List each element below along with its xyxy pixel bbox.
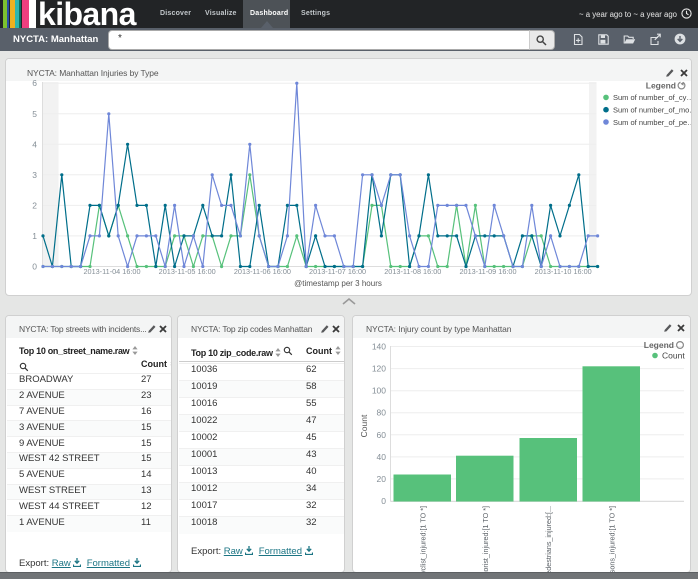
svg-text:Legend: Legend xyxy=(644,340,674,350)
svg-text:Legend: Legend xyxy=(646,81,676,91)
svg-text:Sum of number_of_pe…: Sum of number_of_pe… xyxy=(613,118,692,127)
svg-text:_motorist_injured:[1 TO *]: _motorist_injured:[1 TO *] xyxy=(481,506,490,572)
svg-text:20: 20 xyxy=(377,474,387,484)
svg-text:Count: Count xyxy=(662,351,685,361)
svg-text:5: 5 xyxy=(32,109,37,119)
svg-text:6: 6 xyxy=(32,78,37,88)
svg-text:@timestamp per 3 hours: @timestamp per 3 hours xyxy=(294,279,382,288)
svg-text:Sum of number_of_cy…: Sum of number_of_cy… xyxy=(613,93,692,102)
svg-text:Sum of number_of_mo…: Sum of number_of_mo… xyxy=(613,106,692,115)
svg-text:3: 3 xyxy=(32,170,37,180)
svg-text:0: 0 xyxy=(381,496,386,506)
svg-text:140: 140 xyxy=(372,342,386,352)
svg-text:Count: Count xyxy=(359,414,369,437)
svg-text:2013-11-04 16:00: 2013-11-04 16:00 xyxy=(83,267,140,276)
svg-text:0: 0 xyxy=(32,262,37,272)
svg-text:2013-11-05 16:00: 2013-11-05 16:00 xyxy=(159,267,216,276)
svg-text:2013-11-06 16:00: 2013-11-06 16:00 xyxy=(234,267,291,276)
svg-text:_pedestrians_injured:[...: _pedestrians_injured:[... xyxy=(544,506,553,572)
svg-text:_persons_injured:[1 TO *]: _persons_injured:[1 TO *] xyxy=(607,506,616,572)
svg-text:40: 40 xyxy=(377,452,387,462)
svg-text:100: 100 xyxy=(372,386,386,396)
svg-text:1: 1 xyxy=(32,231,37,241)
svg-text:2013-11-10 16:00: 2013-11-10 16:00 xyxy=(535,267,592,276)
svg-text:4: 4 xyxy=(32,139,37,149)
svg-text:2013-11-07 16:00: 2013-11-07 16:00 xyxy=(309,267,366,276)
svg-text:120: 120 xyxy=(372,364,386,374)
svg-text:60: 60 xyxy=(377,430,387,440)
svg-text:80: 80 xyxy=(377,408,387,418)
svg-text:2: 2 xyxy=(32,200,37,210)
svg-text:_of_cyclist_injured:[1 TO *]: _of_cyclist_injured:[1 TO *] xyxy=(418,506,427,572)
svg-text:2013-11-08 16:00: 2013-11-08 16:00 xyxy=(384,267,441,276)
svg-text:2013-11-09 16:00: 2013-11-09 16:00 xyxy=(459,267,516,276)
